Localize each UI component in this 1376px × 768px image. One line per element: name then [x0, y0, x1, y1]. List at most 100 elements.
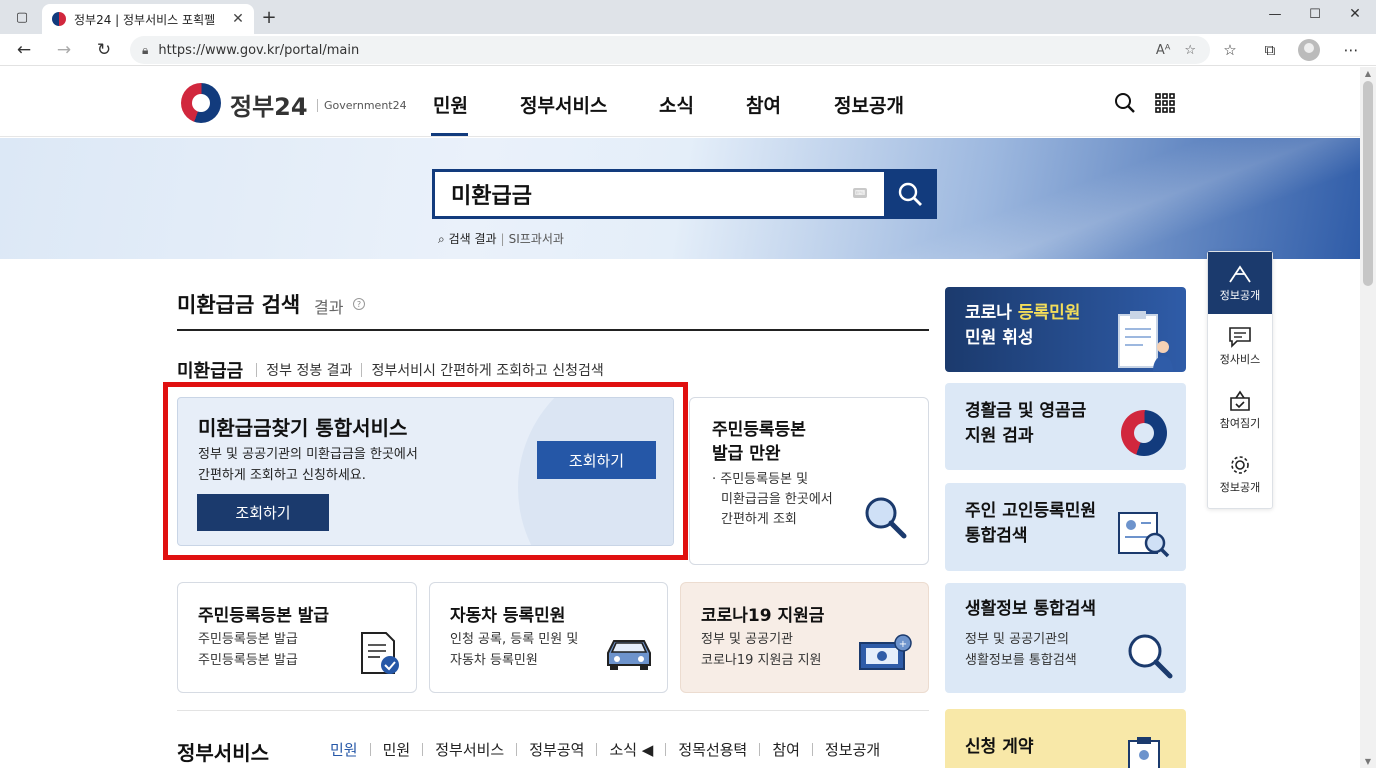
quick-item-label: 정보공개 [1219, 481, 1261, 494]
banner-title: 코로나 등록민원 민원 휘성 [965, 301, 1080, 351]
banner-title: 생활정보 통합검색 [965, 599, 1097, 619]
quick-item-label: 정보공개 [1219, 289, 1261, 302]
card-desc-line: · 주민등록등본 및 [712, 472, 809, 487]
banner-life-info[interactable]: 생활정보 통합검색 정부 및 공공기관의 생활정보를 통합검색 [945, 583, 1186, 693]
new-tab-button[interactable]: + [259, 7, 279, 28]
filter-item[interactable]: 정부서비시 간편하게 조회하고 신청검색 [371, 360, 603, 380]
car-icon [607, 640, 651, 670]
gov-emblem-icon[interactable] [181, 83, 221, 123]
gear-icon [1231, 456, 1249, 474]
services-tab[interactable]: 정부공역 [529, 739, 584, 760]
id-card-search-icon [1118, 512, 1170, 558]
favorite-star-icon[interactable]: ☆ [1184, 43, 1196, 58]
all-menu-grid-icon[interactable] [1155, 93, 1175, 113]
results-filter: 미환급금 정부 정봉 결과 정부서비시 간편하게 조회하고 신청검색 [177, 357, 604, 383]
services-tab[interactable]: 소식 ◀ [609, 739, 653, 760]
collections-icon[interactable]: ⧉ [1256, 36, 1284, 64]
gov-emblem-icon [1121, 410, 1167, 456]
nav-info-disclosure[interactable]: 정보공개 [834, 91, 904, 118]
magnifier-icon [865, 497, 907, 539]
close-tab-icon[interactable]: ✕ [230, 11, 246, 27]
card-desc-line: 주민등록등본 발급 [198, 632, 298, 647]
card-description: 정부 및 공공기관 코로나19 지원금 지원 [701, 629, 822, 671]
favorites-icon[interactable]: ☆ [1216, 36, 1244, 64]
browser-tab[interactable]: 정부24 | 정부서비스 포획펠 ✕ [42, 4, 254, 34]
window-close-icon[interactable]: ✕ [1345, 4, 1365, 24]
more-menu-icon[interactable]: ⋯ [1337, 36, 1365, 64]
banner-desc-line: 정부 및 공공기관의 [965, 632, 1069, 647]
quick-item-participation[interactable]: 참여짐기 [1208, 390, 1272, 431]
search-icon[interactable] [1114, 92, 1136, 114]
card-title-line: 주민등록등본 [712, 420, 806, 440]
search-button[interactable] [884, 169, 937, 219]
services-tab[interactable]: 정보공개 [825, 739, 880, 760]
forward-icon[interactable]: → [50, 36, 78, 64]
services-tab[interactable]: 참여 [772, 739, 800, 760]
keyboard-icon[interactable]: ⌨ [853, 188, 867, 198]
service-card-vehicle[interactable]: 자동차 등록민원 인청 공록, 등록 민원 및 자동차 등록민원 [429, 582, 668, 693]
info-disclosure-icon [1229, 265, 1251, 283]
banner-description: 정부 및 공공기관의 생활정보를 통합검색 [965, 629, 1077, 671]
service-card-resident-issue[interactable]: 주민등록등본 발급 주민등록등본 발급 주민등록등본 발급 [177, 582, 417, 693]
inquire-button-primary[interactable]: 조회하기 [197, 494, 329, 531]
featured-title: 미환급금찾기 통합서비스 [198, 416, 408, 440]
clipboard-user-icon [1128, 737, 1160, 768]
services-tabs: 민원 민원 정부서비스 정부공역 소식 ◀ 정목선용텩 참여 정보공개 [330, 739, 880, 760]
quick-item-info[interactable]: 정보공개 [1208, 252, 1272, 314]
quick-item-service[interactable]: 정사비스 [1208, 326, 1272, 367]
search-input[interactable]: 미환급금 [432, 169, 886, 219]
resident-registration-card[interactable]: 주민등록등본 발급 만완 · 주민등록등본 및 미환급금을 한곳에서 간편하게 … [689, 397, 929, 565]
results-title-sub: 결과 [314, 298, 344, 317]
services-tab[interactable]: 민원 [330, 739, 358, 760]
maximize-icon[interactable]: ☐ [1305, 4, 1325, 24]
chat-icon [1229, 327, 1251, 348]
back-icon[interactable]: ← [10, 36, 38, 64]
card-desc-line: 미환급금을 한곳에서 [721, 492, 833, 507]
quick-item-settings[interactable]: 정보공개 [1208, 454, 1272, 495]
search-results-link[interactable]: 검색 결과 [449, 232, 497, 246]
magnifier-icon [1128, 634, 1173, 679]
banner-title: 신청 게약 [965, 737, 1034, 757]
banner-subsidy[interactable]: 경활금 및 영곰금 지원 검과 [945, 383, 1186, 470]
tab-actions-icon[interactable]: ▢ [12, 7, 32, 27]
quick-menu: 정보공개 정사비스 참여짐기 정보공개 [1207, 251, 1273, 509]
results-divider [177, 329, 929, 331]
address-bar[interactable]: 🔒︎ https://www.gov.kr/portal/main Aᴬ ☆ [130, 36, 1210, 64]
scroll-up-icon[interactable]: ▲ [1360, 69, 1376, 78]
service-card-covid[interactable]: 코로나19 지원금 정부 및 공공기관 코로나19 지원금 지원 + [680, 582, 929, 693]
help-icon[interactable]: ? [353, 298, 365, 310]
nav-news[interactable]: 소식 [659, 91, 694, 118]
nav-minwon[interactable]: 민원 [433, 91, 468, 118]
banner-title-line: 지원 검과 [965, 426, 1034, 446]
nav-gov-services[interactable]: 정부서비스 [520, 91, 607, 118]
services-tab[interactable]: 정부서비스 [435, 739, 504, 760]
site-logo-text[interactable]: 정부24 [230, 87, 308, 122]
banner-title-line: 경활금 및 영곰금 [965, 401, 1087, 421]
search-sub-link[interactable]: SI프과서과 [509, 232, 564, 246]
scroll-down-icon[interactable]: ▼ [1360, 757, 1376, 766]
services-tab[interactable]: 민원 [383, 739, 411, 760]
site-header: 정부24 Government24 민원 정부서비스 소식 참여 정보공개 [0, 67, 1360, 137]
page-scrollbar[interactable]: ▲ ▼ [1360, 67, 1376, 768]
read-aloud-icon[interactable]: Aᴬ [1156, 43, 1171, 58]
banner-resident-search[interactable]: 주인 고인등록민원 통합검색 [945, 483, 1186, 571]
card-desc-line: 코로나19 지원금 지원 [701, 653, 822, 668]
featured-desc-line: 정부 및 공공기관의 미환급금을 한곳에서 [198, 447, 418, 462]
reload-icon[interactable]: ↻ [90, 36, 118, 64]
nav-participation[interactable]: 참여 [746, 91, 781, 118]
card-desc-line: 인청 공록, 등록 민원 및 [450, 632, 579, 647]
profile-avatar[interactable] [1298, 39, 1320, 61]
scroll-thumb[interactable] [1363, 81, 1373, 286]
clipboard-person-icon [1118, 311, 1173, 371]
inquire-button-secondary[interactable]: 조회하기 [537, 441, 656, 479]
banner-application[interactable]: 신청 게약 [945, 709, 1186, 768]
filter-item[interactable]: 정부 정봉 결과 [266, 360, 352, 380]
banner-covid[interactable]: 코로나 등록민원 민원 휘성 [945, 287, 1186, 372]
svg-text:+: + [899, 639, 907, 650]
lock-icon: 🔒︎ [142, 42, 149, 57]
services-tab[interactable]: 정목선용텩 [678, 739, 747, 760]
card-title: 코로나19 지원금 [701, 606, 825, 626]
featured-service-card[interactable]: 미환급금찾기 통합서비스 정부 및 공공기관의 미환급금을 한곳에서 간편하게 … [177, 397, 674, 546]
card-desc-line: 간편하게 조회 [721, 512, 797, 527]
minimize-icon[interactable]: — [1265, 4, 1285, 24]
